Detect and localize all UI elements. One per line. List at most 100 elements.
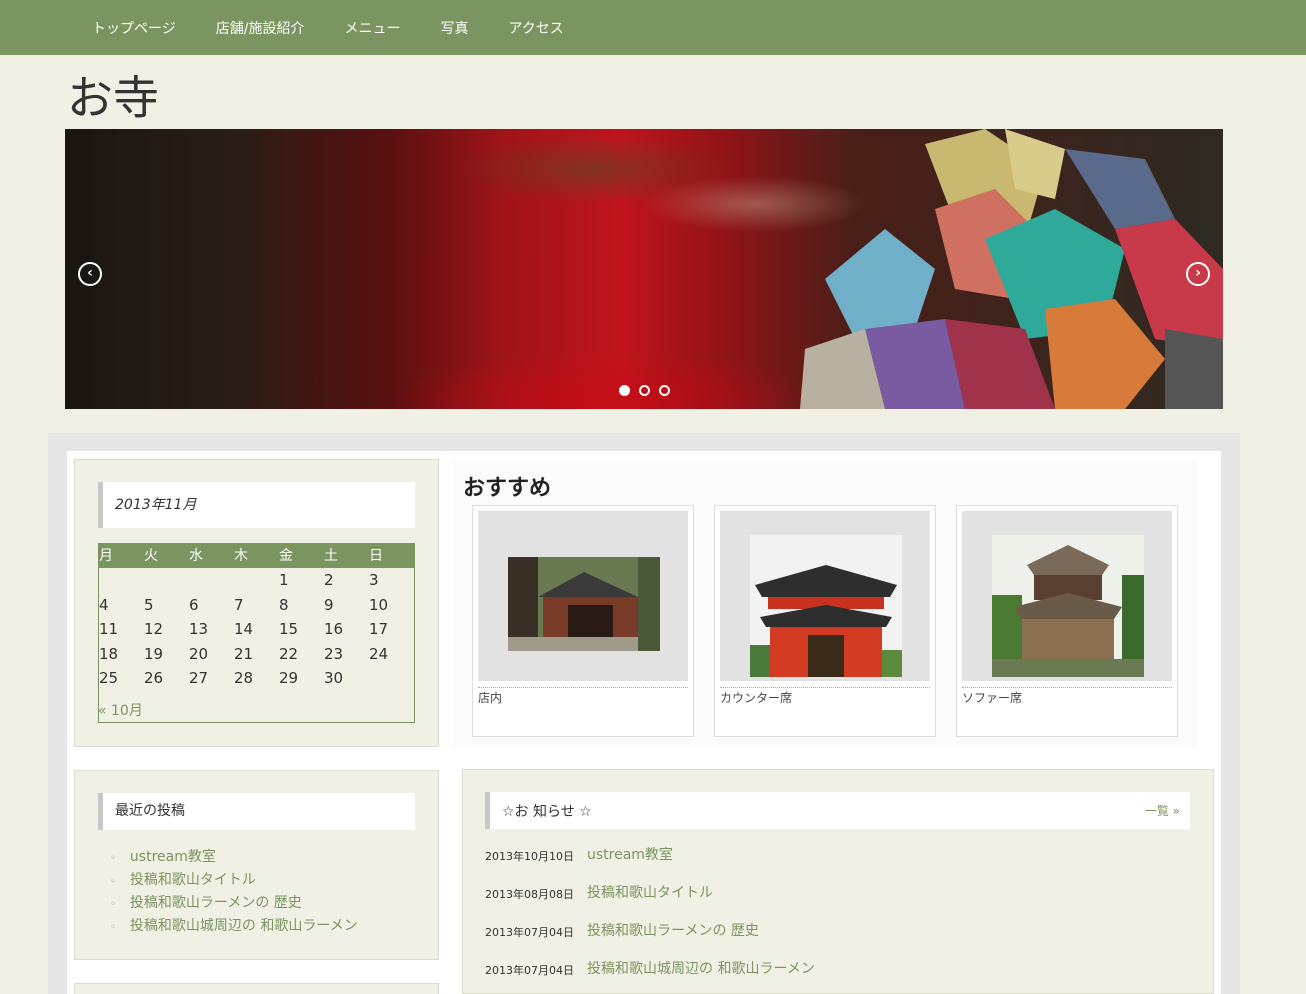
calendar-day: 3 bbox=[369, 571, 379, 589]
news-title-bar: ☆お 知らせ ☆ 一覧 » bbox=[485, 792, 1190, 829]
shrine-photo bbox=[508, 557, 660, 651]
slider-dot-3[interactable] bbox=[659, 385, 670, 396]
calendar-weekday-row: 月 火 水 木 金 土 日 bbox=[99, 544, 414, 568]
recommended-card-counter[interactable]: カウンター席 bbox=[714, 505, 936, 737]
recent-posts-list: ◦ ustream教室 ◦ 投稿和歌山タイトル ◦ 投稿和歌山ラーメンの 歴史 ◦ 投稿… bbox=[110, 846, 358, 938]
calendar-day: 19 bbox=[144, 644, 164, 663]
nav-item-top[interactable]: トップページ bbox=[92, 18, 176, 38]
calendar-week-3: 11 12 13 14 15 16 17 bbox=[99, 617, 414, 642]
calendar-day: 14 bbox=[234, 620, 254, 638]
origami-ball-image bbox=[800, 129, 1223, 409]
recommended-title: おすすめ bbox=[463, 476, 552, 501]
news-more-link[interactable]: 一覧 » bbox=[1145, 802, 1180, 819]
recent-post-item[interactable]: ◦ 投稿和歌山城周辺の 和歌山ラーメン bbox=[110, 915, 358, 938]
calendar-day bbox=[234, 568, 279, 593]
site-title[interactable]: お寺 bbox=[67, 70, 159, 126]
recent-post-link[interactable]: 投稿和歌山城周辺の 和歌山ラーメン bbox=[130, 918, 358, 934]
calendar-day: 9 bbox=[324, 595, 334, 614]
nav-item-menu[interactable]: メニュー bbox=[344, 18, 400, 38]
news-item: 2013年10月10日 ustream教室 bbox=[485, 847, 673, 864]
card-caption[interactable]: カウンター席 bbox=[720, 689, 792, 706]
calendar-table: 月 火 水 木 金 土 日 1 2 3 4 5 6 7 8 9 10 11 12… bbox=[98, 543, 415, 723]
news-link[interactable]: 投稿和歌山城周辺の 和歌山ラーメン bbox=[587, 958, 815, 978]
calendar-week-5: 25 26 27 28 29 30 bbox=[99, 666, 414, 691]
calendar-day: 18 bbox=[99, 644, 119, 663]
recent-posts-title-text: 最近の投稿 bbox=[115, 803, 185, 819]
recommended-card-interior[interactable]: 店内 bbox=[472, 505, 694, 737]
slider-pagination bbox=[619, 385, 679, 396]
calendar-day: 10 bbox=[369, 595, 389, 614]
calendar-day: 21 bbox=[234, 644, 254, 663]
nav-item-shop[interactable]: 店舗/施設紹介 bbox=[216, 18, 305, 38]
calendar-day: 23 bbox=[324, 644, 344, 663]
calendar-day bbox=[144, 568, 189, 593]
recent-post-item[interactable]: ◦ ustream教室 bbox=[110, 846, 358, 869]
calendar-day: 17 bbox=[369, 620, 389, 638]
calendar-week-1: 1 2 3 bbox=[99, 568, 414, 593]
recent-post-item[interactable]: ◦ 投稿和歌山ラーメンの 歴史 bbox=[110, 892, 358, 915]
weekday-sun: 日 bbox=[369, 548, 383, 564]
calendar-day: 1 bbox=[279, 571, 289, 589]
calendar-prev-month-link[interactable]: « 10月 bbox=[98, 700, 143, 720]
top-nav: トップページ 店舗/施設紹介 メニュー 写真 アクセス bbox=[0, 0, 1306, 55]
nav-item-photos[interactable]: 写真 bbox=[440, 18, 468, 38]
calendar-day: 11 bbox=[99, 620, 119, 638]
card-caption[interactable]: ソファー席 bbox=[962, 689, 1022, 706]
recent-post-link[interactable]: 投稿和歌山タイトル bbox=[130, 872, 256, 888]
bullet-icon: ◦ bbox=[110, 922, 116, 933]
calendar-day: 15 bbox=[279, 620, 299, 638]
card-caption[interactable]: 店内 bbox=[478, 689, 502, 706]
recent-posts-title: 最近の投稿 bbox=[98, 793, 415, 830]
news-date: 2013年10月10日 bbox=[485, 850, 574, 863]
slider-prev-button[interactable]: ‹ bbox=[78, 262, 102, 286]
weekday-tue: 火 bbox=[144, 548, 158, 564]
calendar-week-4: 18 19 20 21 22 23 24 bbox=[99, 642, 414, 667]
hero-slider: ‹ › bbox=[65, 129, 1223, 409]
calendar-day: 28 bbox=[234, 669, 254, 687]
calendar-day: 2 bbox=[324, 571, 334, 589]
nav-item-access[interactable]: アクセス bbox=[508, 18, 563, 38]
calendar-day: 12 bbox=[144, 620, 164, 638]
recent-post-item[interactable]: ◦ 投稿和歌山タイトル bbox=[110, 869, 358, 892]
news-date: 2013年07月04日 bbox=[485, 926, 574, 939]
bullet-icon: ◦ bbox=[110, 899, 116, 910]
news-link[interactable]: 投稿和歌山タイトル bbox=[587, 882, 713, 902]
news-item: 2013年07月04日 投稿和歌山ラーメンの 歴史 bbox=[485, 923, 759, 940]
calendar-caption-text: 2013年11月 bbox=[115, 497, 197, 513]
news-date: 2013年08月08日 bbox=[485, 888, 574, 901]
news-item: 2013年07月04日 投稿和歌山城周辺の 和歌山ラーメン bbox=[485, 961, 815, 978]
news-date: 2013年07月04日 bbox=[485, 964, 574, 977]
recent-post-link[interactable]: 投稿和歌山ラーメンの 歴史 bbox=[130, 895, 302, 911]
calendar-day: 7 bbox=[234, 595, 244, 614]
weekday-fri: 金 bbox=[279, 548, 293, 564]
calendar-day: 20 bbox=[189, 644, 209, 663]
slider-dot-2[interactable] bbox=[639, 385, 650, 396]
pavilion-photo bbox=[992, 535, 1144, 677]
weekday-mon: 月 bbox=[99, 548, 113, 564]
weekday-thu: 木 bbox=[234, 548, 248, 564]
calendar-day: 27 bbox=[189, 669, 209, 687]
news-link[interactable]: ustream教室 bbox=[587, 844, 673, 864]
slider-dot-1[interactable] bbox=[619, 385, 630, 396]
calendar-day bbox=[99, 568, 144, 593]
weekday-wed: 水 bbox=[189, 548, 203, 564]
calendar-day: 22 bbox=[279, 644, 299, 663]
bullet-icon: ◦ bbox=[110, 853, 116, 864]
card-divider bbox=[720, 687, 930, 688]
temple-gate-photo bbox=[750, 535, 902, 677]
calendar-day: 29 bbox=[279, 669, 299, 687]
recommended-card-sofa[interactable]: ソファー席 bbox=[956, 505, 1178, 737]
calendar-day bbox=[369, 666, 414, 691]
recent-post-link[interactable]: ustream教室 bbox=[130, 849, 216, 865]
calendar-caption: 2013年11月 bbox=[98, 482, 415, 528]
sidebar-widget-3 bbox=[74, 983, 439, 994]
calendar-day: 13 bbox=[189, 620, 209, 638]
news-link[interactable]: 投稿和歌山ラーメンの 歴史 bbox=[587, 920, 759, 940]
calendar-day: 5 bbox=[144, 595, 154, 614]
calendar-day: 25 bbox=[99, 669, 119, 687]
bullet-icon: ◦ bbox=[110, 876, 116, 887]
calendar-day: 30 bbox=[324, 669, 344, 687]
calendar-day: 16 bbox=[324, 620, 344, 638]
calendar-week-2: 4 5 6 7 8 9 10 bbox=[99, 593, 414, 618]
slider-next-button[interactable]: › bbox=[1186, 262, 1210, 286]
